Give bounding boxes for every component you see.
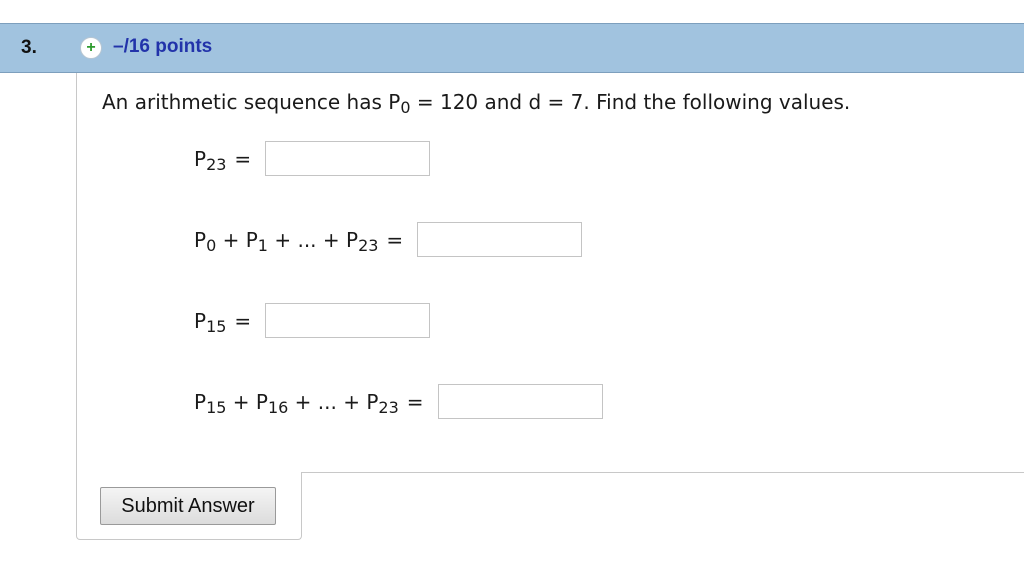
- subscript-index: 23: [358, 235, 379, 255]
- expression-label: P15: [194, 308, 227, 336]
- subscript-index: 0: [206, 235, 217, 255]
- answer-row-sum-p0-p23: P0 + P1 + ... + P23 =: [194, 222, 583, 257]
- subscript-index: 15: [206, 397, 227, 417]
- expression-label: P23: [194, 146, 227, 174]
- question-text: An arithmetic sequence has P0 = 120 and …: [102, 90, 851, 117]
- expression-text: + ... + P: [288, 389, 379, 414]
- subscript-index: 1: [257, 235, 268, 255]
- expression-text: P: [194, 308, 207, 333]
- expression-text: P: [194, 146, 207, 171]
- subscript-index: 15: [206, 316, 227, 336]
- expand-plus-icon[interactable]: +: [80, 37, 102, 59]
- answer-input-p23[interactable]: [265, 141, 431, 176]
- answer-row-p15: P15 =: [194, 303, 431, 338]
- expression-text: P: [194, 389, 207, 414]
- expression-text: + P: [226, 389, 268, 414]
- divider: [301, 472, 1024, 473]
- equals-sign: =: [234, 146, 252, 171]
- question-number: 3.: [21, 37, 37, 58]
- answer-input-sum-p15-p23[interactable]: [437, 384, 603, 419]
- answer-input-sum-p0-p23[interactable]: [417, 222, 583, 257]
- subscript-index: 23: [378, 397, 399, 417]
- expression-label: P0 + P1 + ... + P23: [194, 227, 379, 255]
- equals-sign: =: [234, 308, 252, 333]
- subscript-index: 16: [267, 397, 289, 417]
- submit-answer-button[interactable]: Submit Answer: [100, 487, 276, 525]
- expression-text: + ... + P: [267, 227, 359, 252]
- answer-input-p15[interactable]: [265, 303, 431, 338]
- answer-row-sum-p15-p23: P15 + P16 + ... + P23 =: [194, 384, 603, 419]
- equals-sign: =: [386, 227, 404, 252]
- points-label: –/16 points: [113, 36, 213, 57]
- answer-row-p23: P23 =: [194, 141, 431, 176]
- equals-sign: =: [406, 389, 424, 414]
- expression-text: + P: [216, 227, 258, 252]
- expression-label: P15 + P16 + ... + P23: [194, 389, 399, 417]
- expression-text: P: [194, 227, 207, 252]
- subscript-index: 23: [206, 154, 227, 174]
- question-header: 3. + –/16 points: [0, 23, 1024, 73]
- plus-icon: +: [86, 38, 96, 56]
